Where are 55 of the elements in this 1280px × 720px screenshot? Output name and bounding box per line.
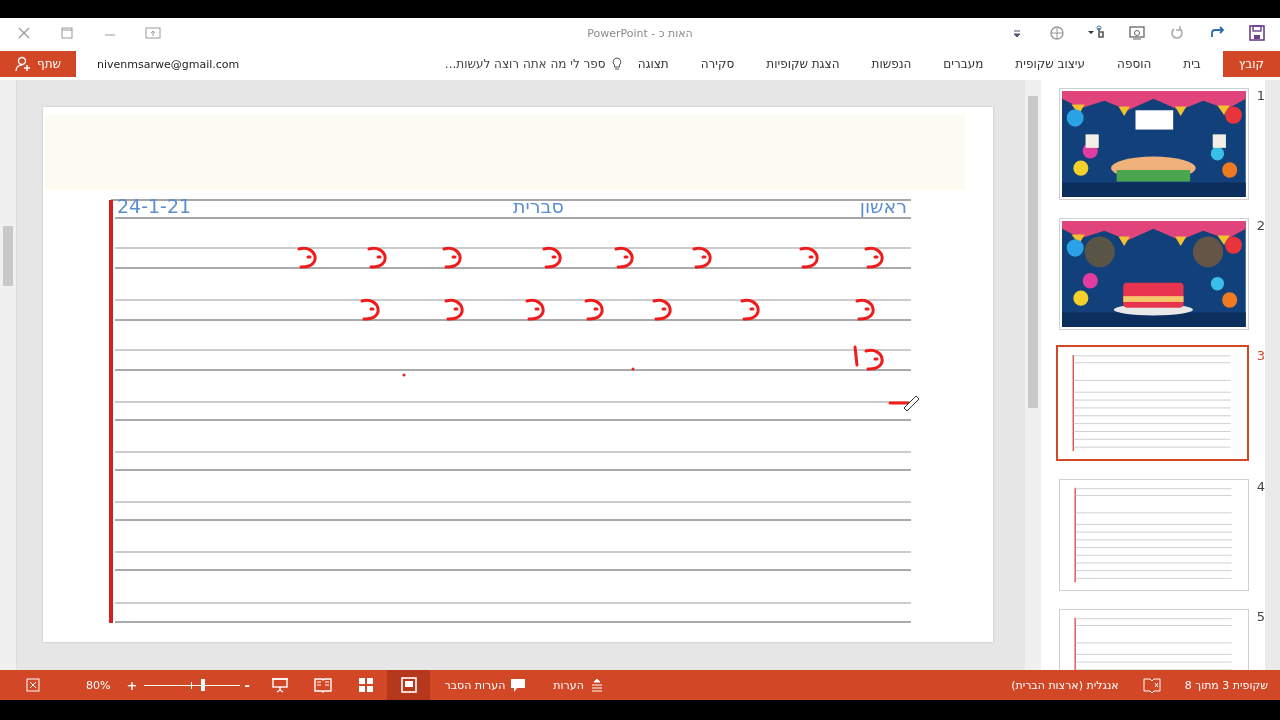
tell-me-field[interactable]: ספר לי מה אתה רוצה לעשות... <box>423 56 622 72</box>
scrollbar[interactable] <box>0 80 17 670</box>
zoom-level[interactable]: 80% <box>86 678 111 692</box>
scrollbar-thumb[interactable] <box>1028 96 1038 408</box>
notes-icon <box>589 678 604 692</box>
save-icon[interactable] <box>1248 25 1266 41</box>
pen-cursor-icon <box>903 395 920 412</box>
ink-dot <box>402 373 406 377</box>
notes-button[interactable]: הערות <box>539 670 618 700</box>
repeat-icon[interactable] <box>1168 25 1186 41</box>
zoom-out-button[interactable]: - <box>244 677 259 693</box>
globe-icon[interactable] <box>1048 25 1066 41</box>
slide-number: 1 <box>1256 88 1265 103</box>
date-text: 24-1-21 <box>117 195 192 217</box>
slide-number: 5 <box>1256 609 1265 624</box>
scrollbar[interactable] <box>1025 80 1041 670</box>
ink-dot <box>631 367 635 371</box>
header-title: סברית <box>513 195 564 217</box>
share-button[interactable]: שתף <box>0 51 76 77</box>
ribbon-tab[interactable]: הוספה <box>1101 51 1168 77</box>
fit-slide-icon <box>26 678 40 692</box>
header-day: ראשון <box>859 195 907 217</box>
ribbon-tab[interactable]: תצוגה <box>621 51 685 77</box>
ribbon-tab[interactable]: סקירה <box>684 51 751 77</box>
normal-view-button[interactable] <box>387 670 431 700</box>
touch-mode-icon[interactable] <box>1088 25 1106 41</box>
present-icon[interactable] <box>1128 25 1146 41</box>
slide-number: 2 <box>1256 218 1265 233</box>
lightbulb-icon <box>611 57 622 71</box>
reading-view-icon <box>313 677 332 693</box>
ribbon-tab[interactable]: בית <box>1167 51 1217 77</box>
spelling-icon[interactable] <box>1142 677 1161 693</box>
ribbon-tab[interactable]: קובץ <box>1222 51 1280 77</box>
ribbon-tab[interactable]: עיצוב שקופית <box>999 51 1102 77</box>
add-person-icon <box>14 56 31 72</box>
slide-number: 3 <box>1256 348 1265 363</box>
language-label[interactable]: אנגלית (ארצות הברית) <box>1011 678 1119 692</box>
close-icon[interactable] <box>16 26 32 40</box>
ribbon-tab[interactable]: הצגת שקופיות <box>750 51 856 77</box>
maximize-icon[interactable] <box>59 26 75 40</box>
window-title: האות כ - PowerPoint <box>587 26 693 40</box>
slideshow-view-icon <box>271 677 288 693</box>
ribbon-tab[interactable]: מעברים <box>927 51 1000 77</box>
slide-number: 4 <box>1256 479 1265 494</box>
account-email[interactable]: nivenmsarwe@gmail.com <box>97 57 240 71</box>
slide-count: שקופית 3 מתוך 8 <box>1184 678 1268 692</box>
scrollbar-thumb[interactable] <box>3 226 13 286</box>
zoom-slider[interactable] <box>144 679 241 691</box>
normal-view-icon <box>400 677 417 693</box>
speech-bubble-icon <box>511 678 526 692</box>
zoom-in-button[interactable]: + <box>126 677 141 693</box>
comments-button[interactable]: הערות הסבר <box>430 670 540 700</box>
ribbon-tab[interactable]: הנפשות <box>855 51 928 77</box>
sorter-view-icon <box>357 677 374 693</box>
ribbon-display-icon[interactable] <box>145 26 161 40</box>
